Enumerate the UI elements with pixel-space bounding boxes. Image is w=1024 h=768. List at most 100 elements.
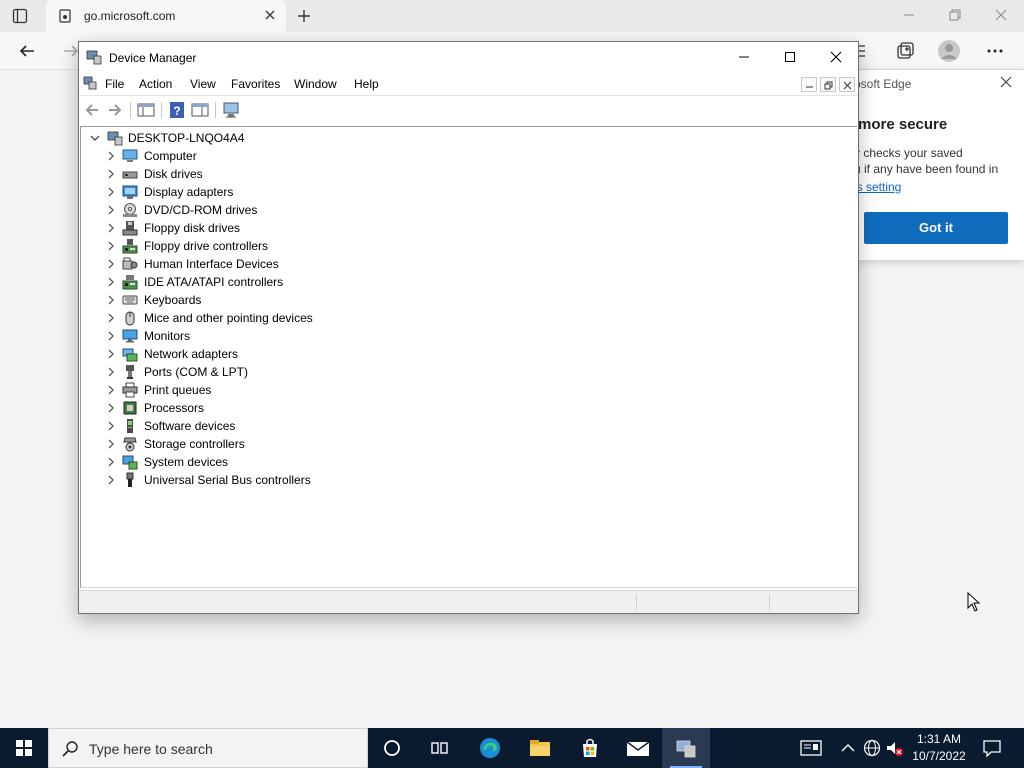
popup-heading: more secure xyxy=(858,116,948,133)
back-arrow-icon[interactable] xyxy=(18,42,36,60)
expand-chevron-icon[interactable] xyxy=(105,222,117,234)
mail-icon[interactable] xyxy=(614,728,662,768)
expand-chevron-icon[interactable] xyxy=(105,366,117,378)
show-hide-console-tree-icon[interactable] xyxy=(137,101,155,119)
expand-chevron-icon[interactable] xyxy=(105,294,117,306)
mdi-system-icon[interactable] xyxy=(83,76,97,90)
tree-category[interactable]: Monitors xyxy=(105,327,505,345)
menu-view[interactable]: View xyxy=(190,77,216,91)
scan-hardware-changes-icon[interactable] xyxy=(222,101,240,119)
expand-chevron-icon[interactable] xyxy=(105,150,117,162)
edge-taskbar-icon[interactable] xyxy=(466,728,514,768)
tree-category[interactable]: Display adapters xyxy=(105,183,505,201)
tree-category[interactable]: Keyboards xyxy=(105,291,505,309)
maximize-button[interactable] xyxy=(767,42,813,72)
popup-close-icon[interactable] xyxy=(999,75,1013,89)
expand-chevron-icon[interactable] xyxy=(105,420,117,432)
tree-category[interactable]: Print queues xyxy=(105,381,505,399)
category-label: Processors xyxy=(144,401,205,415)
category-label: Software devices xyxy=(144,419,236,433)
tree-category[interactable]: System devices xyxy=(105,453,505,471)
category-label: Monitors xyxy=(144,329,191,343)
search-icon xyxy=(61,740,79,758)
properties-pane-icon[interactable] xyxy=(191,101,209,119)
tree-category[interactable]: Mice and other pointing devices xyxy=(105,309,505,327)
tree-category[interactable]: IDE ATA/ATAPI controllers xyxy=(105,273,505,291)
start-button[interactable] xyxy=(0,728,48,768)
tree-category[interactable]: Processors xyxy=(105,399,505,417)
floppy-disk-icon xyxy=(122,220,138,236)
browser-restore-button[interactable] xyxy=(932,0,978,30)
collections-icon[interactable] xyxy=(894,40,916,62)
menu-favorites[interactable]: Favorites xyxy=(231,77,280,91)
tree-category[interactable]: Floppy drive controllers xyxy=(105,237,505,255)
tree-root-node[interactable]: DESKTOP-LNQO4A4 xyxy=(85,129,385,147)
more-options-icon[interactable] xyxy=(984,40,1006,62)
taskbar-clock[interactable]: 1:31 AM 10/7/2022 xyxy=(906,731,972,765)
window-title: Device Manager xyxy=(109,51,197,65)
tab-actions-icon[interactable] xyxy=(12,8,28,24)
menu-action[interactable]: Action xyxy=(139,77,172,91)
forward-icon[interactable] xyxy=(106,101,124,119)
close-button[interactable] xyxy=(813,42,859,72)
collapse-chevron-icon[interactable] xyxy=(89,132,101,144)
tree-category[interactable]: Human Interface Devices xyxy=(105,255,505,273)
mdi-close-button[interactable] xyxy=(839,77,855,92)
task-view-button[interactable] xyxy=(416,728,464,768)
browser-close-button[interactable] xyxy=(978,0,1024,30)
browser-tab[interactable]: go.microsoft.com xyxy=(46,0,286,32)
browser-minimize-button[interactable] xyxy=(886,0,932,30)
expand-chevron-icon[interactable] xyxy=(105,456,117,468)
mdi-minimize-button[interactable] xyxy=(801,77,817,92)
tree-category[interactable]: Disk drives xyxy=(105,165,505,183)
expand-chevron-icon[interactable] xyxy=(105,438,117,450)
profile-avatar-icon[interactable] xyxy=(938,40,960,62)
show-hidden-icons-chevron-icon[interactable] xyxy=(838,738,858,758)
tree-category[interactable]: Software devices xyxy=(105,417,505,435)
expand-chevron-icon[interactable] xyxy=(105,258,117,270)
expand-chevron-icon[interactable] xyxy=(105,186,117,198)
tree-category[interactable]: Ports (COM & LPT) xyxy=(105,363,505,381)
expand-chevron-icon[interactable] xyxy=(105,312,117,324)
got-it-button[interactable]: Got it xyxy=(864,212,1008,244)
menu-file[interactable]: File xyxy=(105,77,124,91)
category-label: Floppy drive controllers xyxy=(144,239,269,253)
language-globe-icon[interactable] xyxy=(862,738,882,758)
file-explorer-icon[interactable] xyxy=(516,728,564,768)
tree-category[interactable]: Floppy disk drives xyxy=(105,219,505,237)
microsoft-store-icon[interactable] xyxy=(566,728,614,768)
expand-chevron-icon[interactable] xyxy=(105,204,117,216)
tree-category[interactable]: DVD/CD-ROM drives xyxy=(105,201,505,219)
tree-category[interactable]: Computer xyxy=(105,147,505,165)
expand-chevron-icon[interactable] xyxy=(105,240,117,252)
expand-chevron-icon[interactable] xyxy=(105,348,117,360)
device-manager-title-bar[interactable]: Device Manager xyxy=(79,42,858,73)
popup-settings-link[interactable]: is setting xyxy=(854,180,901,194)
expand-chevron-icon[interactable] xyxy=(105,330,117,342)
expand-chevron-icon[interactable] xyxy=(105,402,117,414)
device-manager-taskbar-icon[interactable] xyxy=(662,728,710,768)
tree-category[interactable]: Storage controllers xyxy=(105,435,505,453)
expand-chevron-icon[interactable] xyxy=(105,168,117,180)
tab-close-icon[interactable] xyxy=(263,8,277,22)
cortana-button[interactable] xyxy=(368,728,416,768)
usb-icon xyxy=(122,472,138,488)
expand-chevron-icon[interactable] xyxy=(105,474,117,486)
menu-help[interactable]: Help xyxy=(354,77,379,91)
new-tab-icon[interactable] xyxy=(296,8,312,24)
tree-category[interactable]: Network adapters xyxy=(105,345,505,363)
minimize-button[interactable] xyxy=(721,42,767,72)
news-and-interests-icon[interactable] xyxy=(800,738,822,758)
back-icon[interactable] xyxy=(83,101,101,119)
tree-category[interactable]: Universal Serial Bus controllers xyxy=(105,471,505,489)
mdi-restore-button[interactable] xyxy=(820,77,836,92)
volume-muted-icon[interactable] xyxy=(884,738,904,758)
expand-chevron-icon[interactable] xyxy=(105,384,117,396)
menu-window[interactable]: Window xyxy=(294,77,337,91)
computer-icon xyxy=(122,148,138,164)
category-label: Ports (COM & LPT) xyxy=(144,365,249,379)
notification-center-icon[interactable] xyxy=(982,738,1002,758)
expand-chevron-icon[interactable] xyxy=(105,276,117,288)
taskbar-search-box[interactable]: Type here to search xyxy=(48,728,368,768)
help-icon[interactable]: ? xyxy=(168,101,186,119)
